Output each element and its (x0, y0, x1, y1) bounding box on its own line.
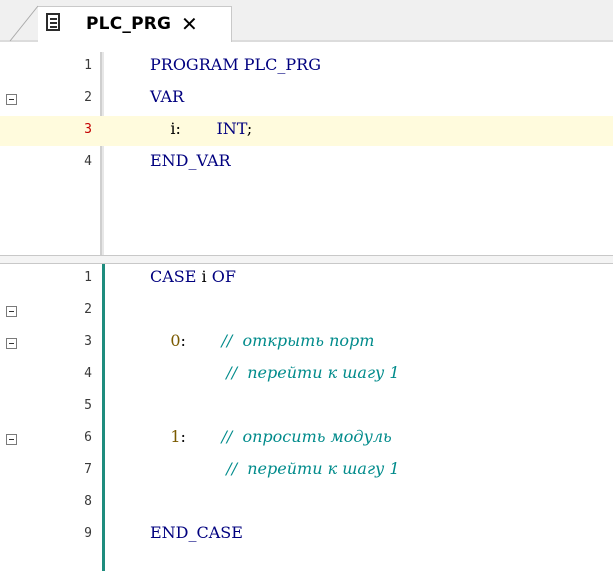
collapse-icon[interactable] (6, 434, 17, 445)
line-number: 6 (84, 430, 92, 445)
code-line[interactable]: 8 (0, 488, 613, 518)
keyword-token: PROGRAM PLC_PRG (150, 55, 322, 74)
code-text: END_VAR (150, 151, 231, 170)
line-number: 9 (84, 526, 92, 541)
code-text: i: INT; (150, 119, 252, 138)
code-text: // перейти к шагу 1 (150, 459, 400, 478)
comment-token: // открыть порт (221, 331, 375, 350)
comment-token: // перейти к шагу 1 (226, 363, 400, 382)
code-line[interactable]: 3 0: // открыть порт (0, 328, 613, 358)
tab-plc-prg[interactable]: PLC_PRG ✕ (38, 6, 232, 42)
line-number: 2 (84, 90, 92, 105)
code-token: i (196, 267, 212, 286)
code-line[interactable]: 4 END_VAR (0, 148, 613, 178)
line-number: 3 (84, 122, 92, 137)
code-line[interactable]: 7 // перейти к шагу 1 (0, 456, 613, 486)
keyword-token: END_CASE (150, 523, 243, 542)
comment-token: // перейти к шагу 1 (226, 459, 400, 478)
code-line[interactable]: 9 END_CASE (0, 520, 613, 550)
line-number: 8 (84, 494, 92, 509)
code-line[interactable]: 2 VAR (0, 84, 613, 114)
code-text: PROGRAM PLC_PRG (150, 55, 321, 74)
code-line[interactable]: 5 (0, 392, 613, 422)
collapse-icon[interactable] (6, 306, 17, 317)
code-text: // перейти к шагу 1 (150, 363, 400, 382)
code-line[interactable]: 2 (0, 296, 613, 326)
declaration-editor[interactable]: 1 PROGRAM PLC_PRG 2 VAR 3 i: INT; 4 END_VAR (0, 52, 613, 255)
number-token: 0 (170, 331, 181, 350)
line-number: 2 (84, 302, 92, 317)
keyword-token: END_VAR (150, 151, 231, 170)
code-line[interactable]: 1 CASE i OF (0, 264, 613, 294)
code-text: CASE i OF (150, 267, 236, 286)
collapse-icon[interactable] (6, 338, 17, 349)
code-line[interactable]: 3 i: INT; (0, 116, 613, 146)
code-line[interactable]: 1 PROGRAM PLC_PRG (0, 52, 613, 82)
code-token: : (180, 331, 222, 350)
keyword-token: OF (211, 267, 236, 286)
code-line[interactable]: 4 // перейти к шагу 1 (0, 360, 613, 390)
number-token: 1 (170, 427, 181, 446)
code-text: 1: // опросить модуль (150, 427, 392, 446)
line-number: 7 (84, 462, 92, 477)
keyword-token: VAR (150, 87, 185, 106)
implementation-editor[interactable]: 1 CASE i OF 2 3 0: // открыть порт 4 // пере… (0, 264, 613, 571)
code-text: 0: // открыть порт (150, 331, 374, 350)
keyword-token: INT (216, 119, 247, 138)
code-token: : (180, 427, 222, 446)
tab-title: PLC_PRG (86, 14, 172, 34)
line-number: 5 (84, 398, 92, 413)
close-icon[interactable]: ✕ (181, 12, 198, 36)
line-number: 1 (84, 270, 92, 285)
code-line[interactable]: 6 1: // опросить модуль (0, 424, 613, 454)
editor-tab-bar: PLC_PRG ✕ (0, 0, 613, 42)
code-text: VAR (150, 87, 184, 106)
code-text: END_CASE (150, 523, 243, 542)
line-number: 3 (84, 334, 92, 349)
keyword-token: CASE (150, 267, 197, 286)
editor-splitter[interactable] (0, 255, 613, 264)
line-number: 4 (84, 366, 92, 381)
code-token: i: (150, 119, 217, 138)
comment-token: // опросить модуль (221, 427, 392, 446)
collapse-icon[interactable] (6, 94, 17, 105)
document-icon (46, 13, 60, 31)
code-token: ; (246, 119, 253, 138)
line-number: 1 (84, 58, 92, 73)
line-number: 4 (84, 154, 92, 169)
